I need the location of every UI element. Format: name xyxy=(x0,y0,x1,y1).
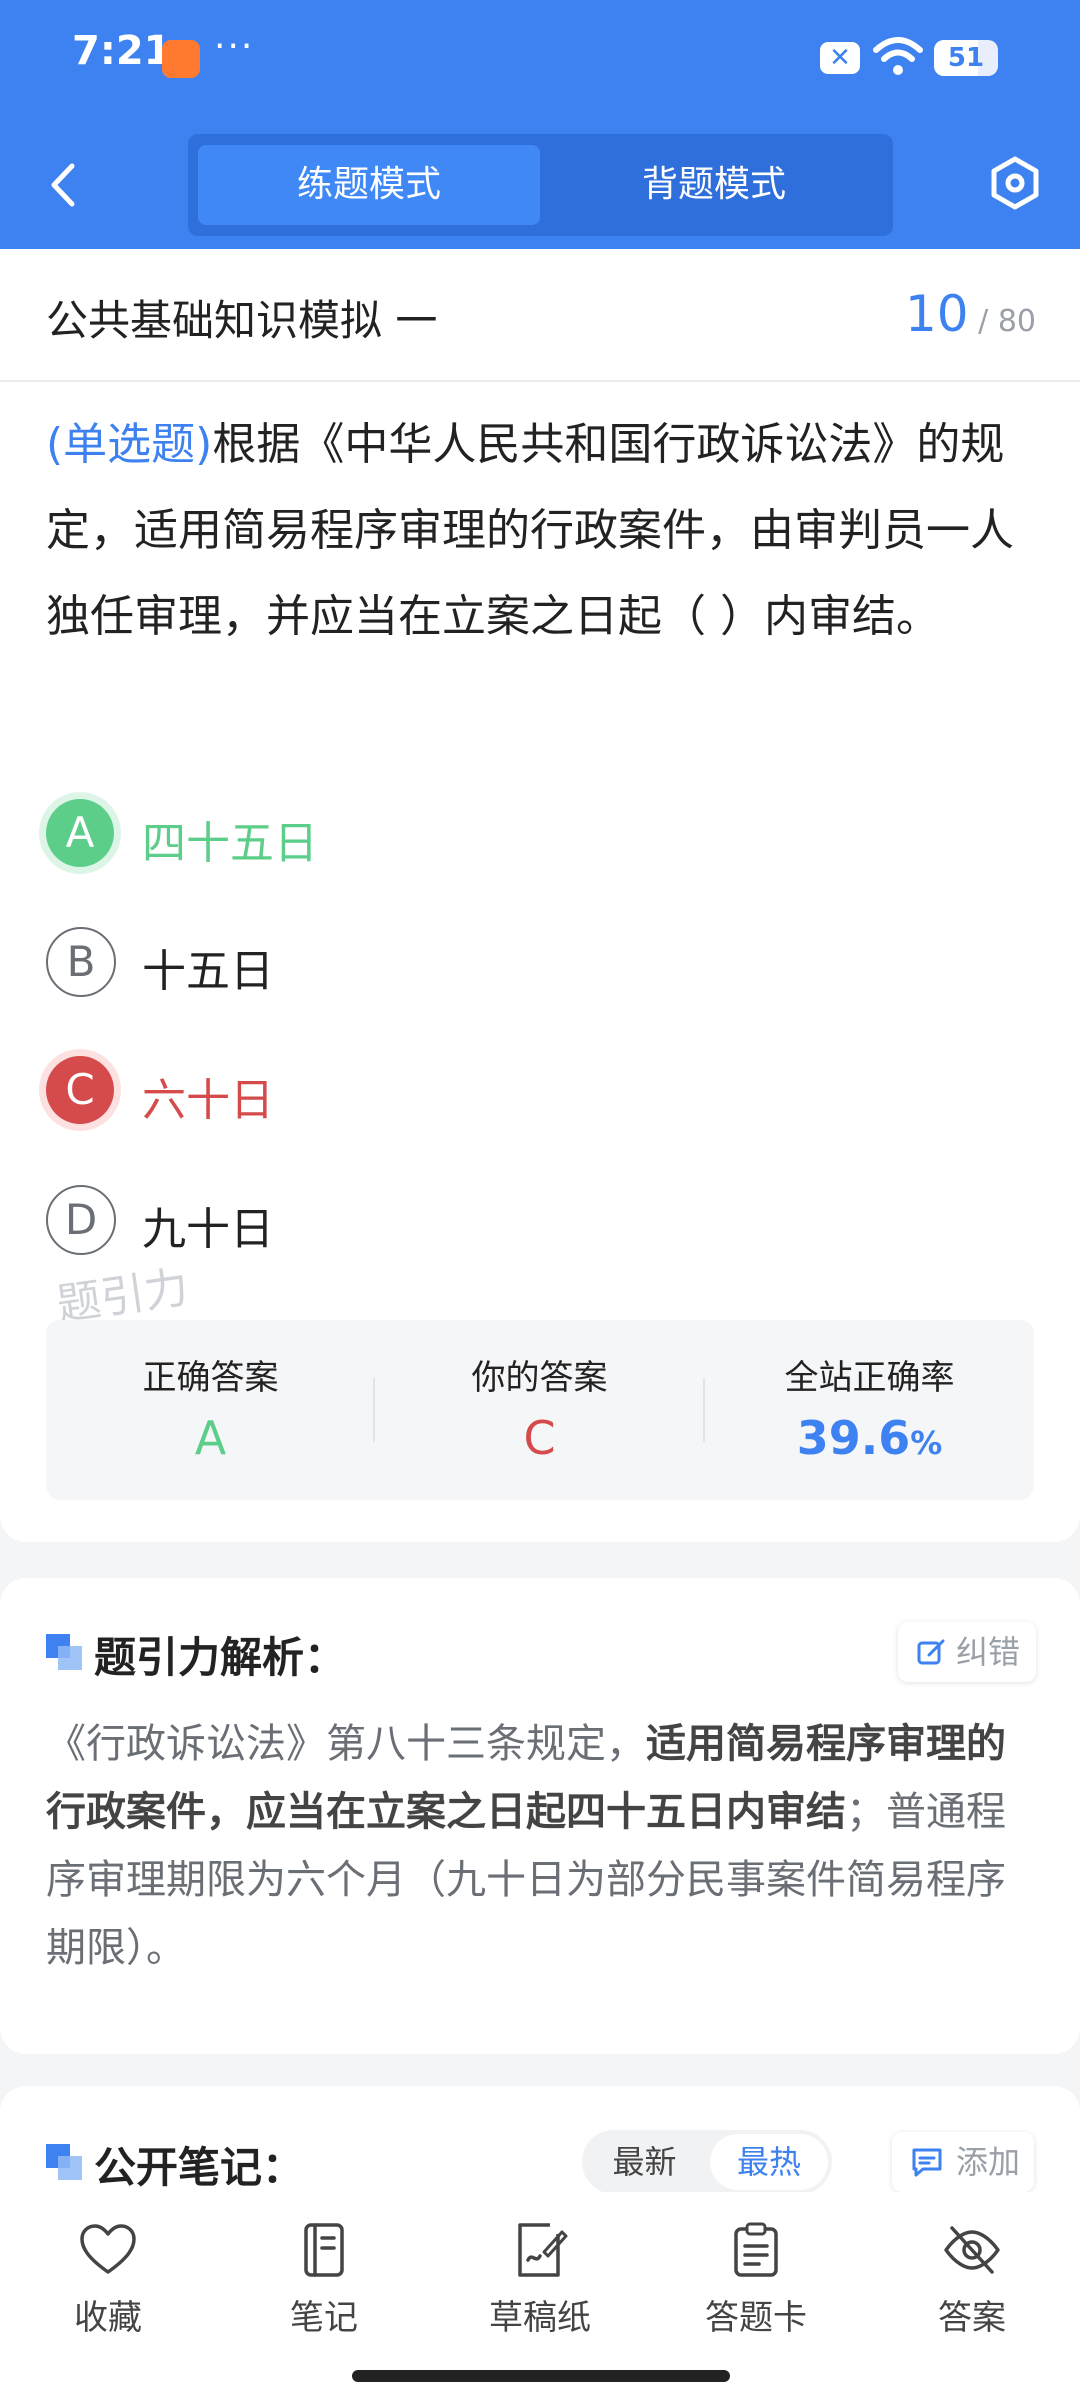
add-note-label: 添加 xyxy=(956,2143,1021,2181)
site-accuracy-unit: % xyxy=(910,1424,943,1462)
heart-icon xyxy=(80,2224,136,2274)
correct-answer-value: A xyxy=(194,1411,227,1465)
eye-off-icon xyxy=(944,2226,1000,2274)
option-c-text: 六十日 xyxy=(142,1075,274,1126)
clipboard-icon xyxy=(734,2222,778,2277)
analysis-text-part: 《行政诉讼法》第八十三条规定， xyxy=(46,1721,646,1767)
app-notification-icon xyxy=(162,40,200,78)
nav-answer[interactable]: 答案 xyxy=(864,2222,1080,2339)
total-questions: 80 xyxy=(997,304,1036,339)
divider xyxy=(0,380,1080,382)
your-answer-label: 你的答案 xyxy=(471,1358,608,1398)
analysis-title: 题引力解析： xyxy=(94,1633,347,1682)
option-d[interactable]: D 九十日 xyxy=(46,1185,746,1257)
option-b-text: 十五日 xyxy=(142,946,274,997)
correct-answer-label: 正确答案 xyxy=(142,1358,279,1398)
site-accuracy-value: 39.6 xyxy=(796,1411,911,1465)
home-indicator[interactable] xyxy=(352,2370,730,2382)
edit-icon xyxy=(917,1639,945,1665)
current-question-number: 10 xyxy=(904,285,969,343)
analysis-text: 《行政诉讼法》第八十三条规定，适用简易程序审理的行政案件，应当在立案之日起四十五… xyxy=(46,1710,1042,1982)
report-error-button[interactable]: 纠错 xyxy=(898,1622,1036,1682)
sort-hottest-button[interactable]: 最热 xyxy=(710,2134,828,2190)
more-notifications-icon: ··· xyxy=(214,26,255,67)
comment-icon xyxy=(912,2148,942,2177)
nav-notes[interactable]: 笔记 xyxy=(216,2222,432,2339)
option-b-badge: B xyxy=(46,927,116,997)
option-a-badge: A xyxy=(46,799,114,867)
section-square-icon xyxy=(46,2144,82,2180)
sort-newest-button[interactable]: 最新 xyxy=(582,2130,707,2194)
nav-favorite[interactable]: 收藏 xyxy=(0,2222,216,2339)
report-error-label: 纠错 xyxy=(956,1633,1021,1671)
progress-separator: / xyxy=(978,304,989,339)
section-square-icon xyxy=(46,1634,82,1670)
question-stem: (单选题)根据《中华人民共和国行政诉讼法》的规定，适用简易程序审理的行政案件，由… xyxy=(46,402,1042,660)
correct-answer-stat: 正确答案 A xyxy=(46,1320,375,1500)
public-notes-title: 公开笔记： xyxy=(94,2143,305,2192)
option-a-text: 四十五日 xyxy=(142,818,318,869)
option-d-text: 九十日 xyxy=(142,1204,274,1255)
settings-hexagon-icon[interactable] xyxy=(988,155,1042,211)
your-answer-stat: 你的答案 C xyxy=(375,1320,704,1500)
notebook-icon xyxy=(304,2223,344,2277)
battery-percent: 51 xyxy=(947,43,985,73)
back-arrow-icon[interactable] xyxy=(40,160,90,210)
paper-title: 公共基础知识模拟 一 xyxy=(46,296,438,345)
nav-answer-sheet-label: 答题卡 xyxy=(705,2298,807,2338)
question-type: (单选题) xyxy=(46,419,213,470)
site-accuracy-label: 全站正确率 xyxy=(784,1358,955,1398)
status-time: 7:21 xyxy=(72,28,172,74)
no-sim-icon: ✕ xyxy=(820,42,860,74)
add-note-button[interactable]: 添加 xyxy=(892,2132,1034,2192)
question-progress[interactable]: 10 / 80 xyxy=(900,285,1036,343)
option-b[interactable]: B 十五日 xyxy=(46,927,746,999)
tab-practice-mode[interactable]: 练题模式 xyxy=(198,145,540,225)
site-accuracy-stat: 全站正确率 39.6% xyxy=(705,1320,1034,1500)
option-d-badge: D xyxy=(46,1185,116,1255)
option-c-badge: C xyxy=(46,1056,114,1124)
tab-memorize-mode[interactable]: 背题模式 xyxy=(543,145,885,225)
nav-answer-label: 答案 xyxy=(938,2298,1006,2338)
your-answer-value: C xyxy=(523,1411,556,1465)
option-c[interactable]: C 六十日 xyxy=(46,1056,746,1128)
nav-answer-sheet[interactable]: 答题卡 xyxy=(648,2222,864,2339)
nav-scratch-paper[interactable]: 草稿纸 xyxy=(432,2222,648,2339)
option-a[interactable]: A 四十五日 xyxy=(46,799,746,871)
scratch-paper-icon xyxy=(518,2223,568,2277)
nav-favorite-label: 收藏 xyxy=(74,2298,142,2338)
nav-scratch-paper-label: 草稿纸 xyxy=(489,2298,591,2338)
nav-notes-label: 笔记 xyxy=(290,2298,358,2338)
wifi-icon xyxy=(873,37,923,75)
